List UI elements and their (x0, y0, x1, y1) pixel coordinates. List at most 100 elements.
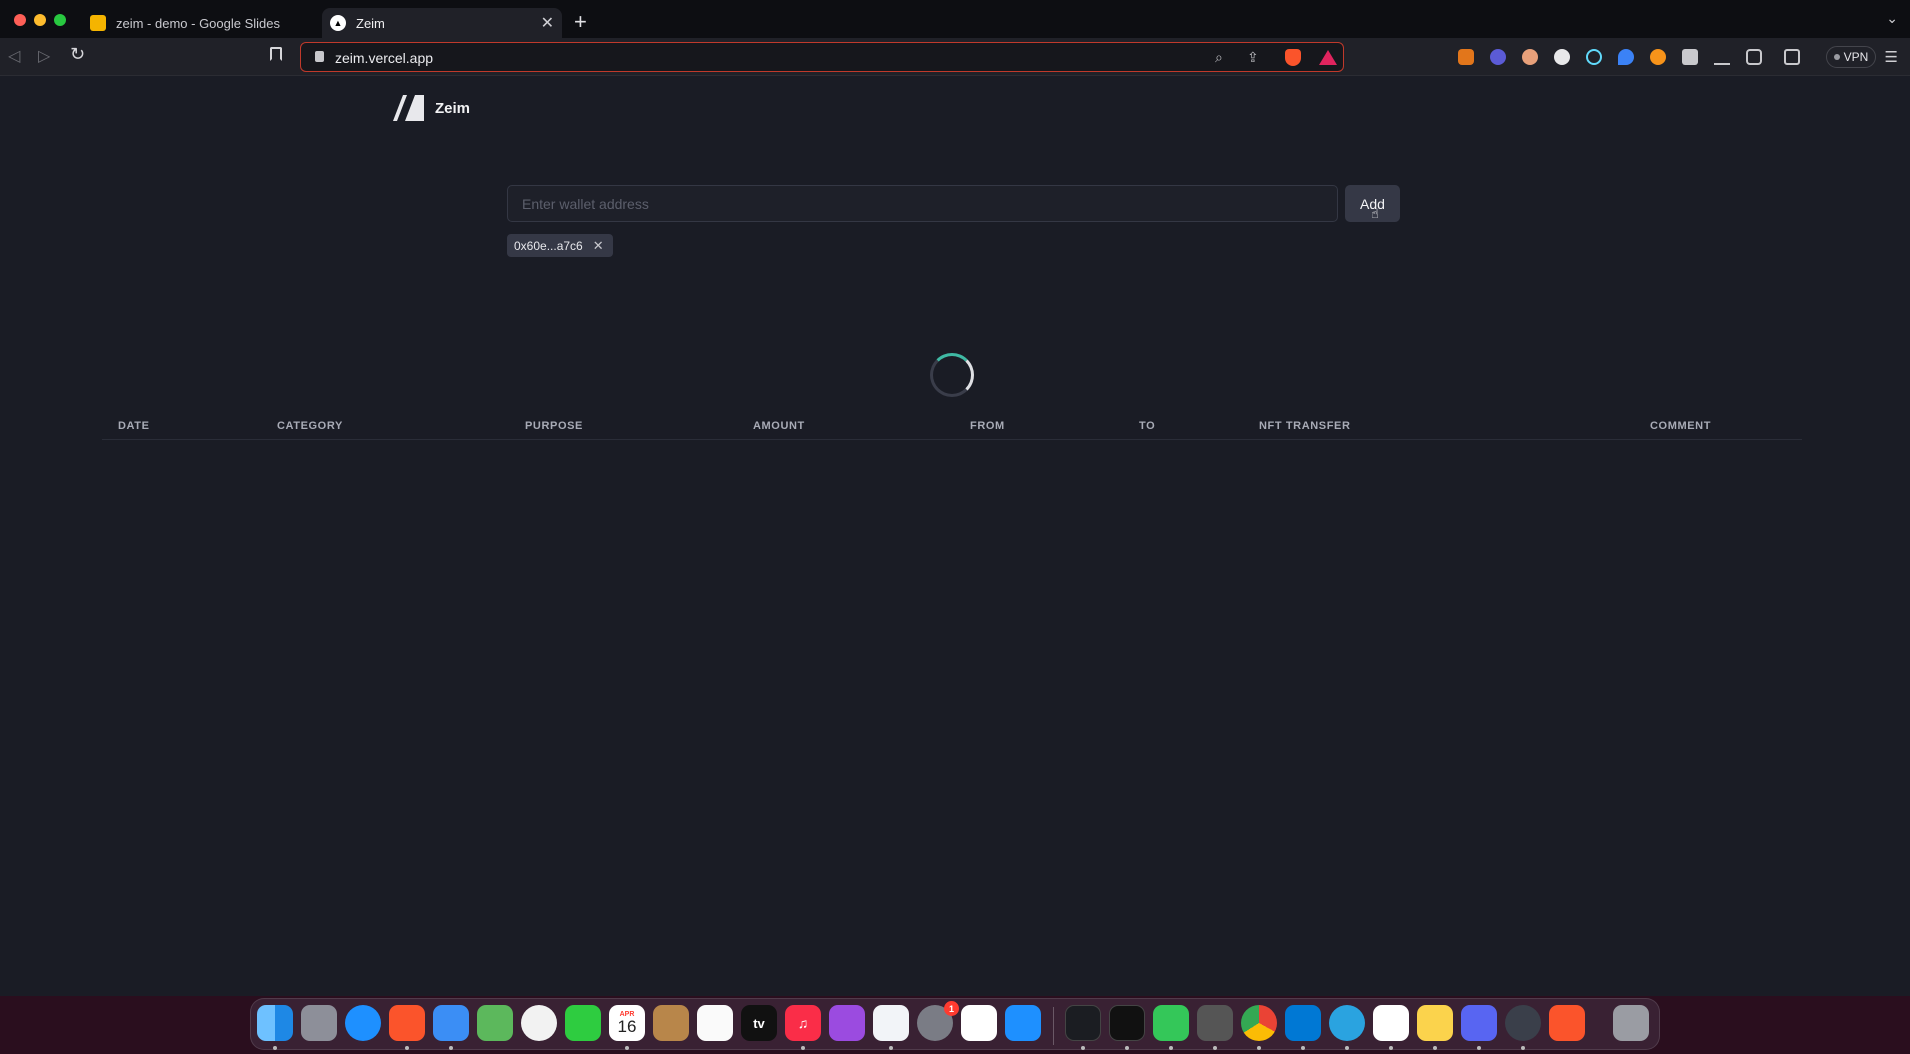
brave-shields-icon[interactable] (1285, 49, 1301, 66)
address-bar[interactable]: zeim.vercel.app ⌕ ⇪ (300, 42, 1344, 72)
close-window-button[interactable] (14, 14, 26, 26)
downloads-icon[interactable] (1714, 49, 1730, 65)
react-devtools-icon[interactable] (1586, 49, 1602, 65)
terminal-icon[interactable] (1109, 1005, 1145, 1041)
keychain-icon[interactable] (1197, 1005, 1233, 1041)
running-indicator (1389, 1046, 1393, 1050)
running-indicator (1257, 1046, 1261, 1050)
running-indicator (1345, 1046, 1349, 1050)
vpn-label: VPN (1843, 50, 1869, 64)
vscode-icon[interactable] (1285, 1005, 1321, 1041)
brave-rewards-icon[interactable] (1319, 50, 1337, 65)
brave-icon[interactable] (389, 1005, 425, 1041)
running-indicator (1169, 1046, 1173, 1050)
pointer-cursor-icon: ☝ (1371, 206, 1379, 221)
running-indicator (1125, 1046, 1129, 1050)
brave-beta-icon[interactable] (1549, 1005, 1585, 1041)
extension-icon[interactable] (1490, 49, 1506, 65)
minimize-window-button[interactable] (34, 14, 46, 26)
numbers-icon[interactable] (961, 1005, 997, 1041)
messages-icon[interactable] (1153, 1005, 1189, 1041)
reload-button[interactable]: ↻ (70, 44, 85, 65)
running-indicator (1081, 1046, 1085, 1050)
wallet-chip: 0x60e...a7c6 ✕ (507, 234, 613, 257)
remove-wallet-icon[interactable]: ✕ (593, 238, 604, 254)
quicktime-icon[interactable] (1505, 1005, 1541, 1041)
calendar-day: 16 (617, 1017, 637, 1036)
running-indicator (273, 1046, 277, 1050)
music-icon[interactable]: ♫ (785, 1005, 821, 1041)
contacts-icon[interactable] (653, 1005, 689, 1041)
vpn-status-icon (1833, 54, 1840, 60)
calendar-icon[interactable]: APR 16 (609, 1005, 645, 1041)
telegram-icon[interactable] (1329, 1005, 1365, 1041)
keynote-icon[interactable] (873, 1005, 909, 1041)
column-header-from: FROM (970, 420, 1005, 432)
column-header-category: CATEGORY (277, 420, 343, 432)
photos-icon[interactable] (521, 1005, 557, 1041)
running-indicator (449, 1046, 453, 1050)
column-header-to: TO (1139, 420, 1156, 432)
slack-icon[interactable] (1373, 1005, 1409, 1041)
bookmark-icon[interactable] (270, 47, 282, 61)
finder-icon[interactable] (257, 1005, 293, 1041)
tab-title: zeim - demo - Google Slides (116, 15, 281, 31)
google-slides-icon (90, 15, 106, 31)
loading-spinner (930, 353, 974, 397)
column-header-purpose: PURPOSE (525, 420, 583, 432)
discord-icon[interactable] (1461, 1005, 1497, 1041)
page-content: Zeim Add ☝ 0x60e...a7c6 ✕ DATE CATEGORY … (0, 76, 1910, 996)
tab-zeim[interactable]: ▲ Zeim ✕ (322, 8, 562, 38)
wallet-address-input[interactable] (507, 185, 1338, 222)
wallet-chip-address: 0x60e...a7c6 (514, 238, 583, 253)
dock-separator (1053, 1007, 1054, 1045)
launchpad-icon[interactable] (301, 1005, 337, 1041)
hamburger-menu-icon[interactable]: ☰ (1885, 48, 1898, 66)
maps-icon[interactable] (477, 1005, 513, 1041)
running-indicator (1477, 1046, 1481, 1050)
notification-badge: 1 (944, 1001, 959, 1016)
transactions-table-header: DATE CATEGORY PURPOSE AMOUNT FROM TO NFT… (102, 415, 1802, 440)
macos-dock: APR 16 tv ♫ 1 (250, 998, 1660, 1050)
app-store-icon[interactable] (1005, 1005, 1041, 1041)
bitcoin-extension-icon[interactable] (1650, 49, 1666, 65)
close-tab-icon[interactable]: ✕ (541, 13, 554, 33)
reminders-icon[interactable] (697, 1005, 733, 1041)
app-name: Zeim (435, 99, 471, 117)
forward-button[interactable]: ▷ (38, 46, 50, 66)
maximize-window-button[interactable] (54, 14, 66, 26)
url-text: zeim.vercel.app (335, 50, 434, 66)
activity-monitor-icon[interactable] (1065, 1005, 1101, 1041)
extensions-puzzle-icon[interactable] (1682, 49, 1698, 65)
vercel-icon: ▲ (330, 15, 346, 31)
running-indicator (625, 1046, 629, 1050)
running-indicator (405, 1046, 409, 1050)
share-icon[interactable]: ⇪ (1247, 49, 1259, 66)
apple-tv-icon[interactable]: tv (741, 1005, 777, 1041)
zoom-icon[interactable]: ⌕ (1215, 49, 1223, 66)
safari-icon[interactable] (345, 1005, 381, 1041)
trash-icon[interactable] (1613, 1005, 1649, 1041)
system-settings-icon[interactable]: 1 (917, 1001, 959, 1041)
browser-toolbar: ◁ ▷ ↻ zeim.vercel.app ⌕ ⇪ VPN ☰ (0, 38, 1910, 76)
zeim-logo-icon (393, 95, 424, 121)
tab-list-chevron-icon[interactable]: ⌄ (1886, 10, 1898, 27)
wallet-icon[interactable] (1784, 49, 1800, 65)
extension-icon[interactable] (1522, 49, 1538, 65)
running-indicator (1521, 1046, 1525, 1050)
facetime-icon[interactable] (565, 1005, 601, 1041)
sidebar-icon[interactable] (1746, 49, 1762, 65)
extension-icon[interactable] (1618, 49, 1634, 65)
app-logo[interactable]: Zeim (393, 95, 470, 121)
tab-google-slides[interactable]: zeim - demo - Google Slides (82, 8, 314, 38)
notes-icon[interactable] (1417, 1005, 1453, 1041)
mail-icon[interactable] (433, 1005, 469, 1041)
chrome-icon[interactable] (1241, 1005, 1277, 1041)
github-extension-icon[interactable] (1554, 49, 1570, 65)
metamask-extension-icon[interactable] (1458, 49, 1474, 65)
vpn-button[interactable]: VPN (1826, 46, 1876, 68)
new-tab-button[interactable]: + (574, 9, 587, 35)
browser-tab-bar: zeim - demo - Google Slides ▲ Zeim ✕ + ⌄ (0, 0, 1910, 38)
back-button[interactable]: ◁ (8, 46, 20, 66)
podcasts-icon[interactable] (829, 1005, 865, 1041)
